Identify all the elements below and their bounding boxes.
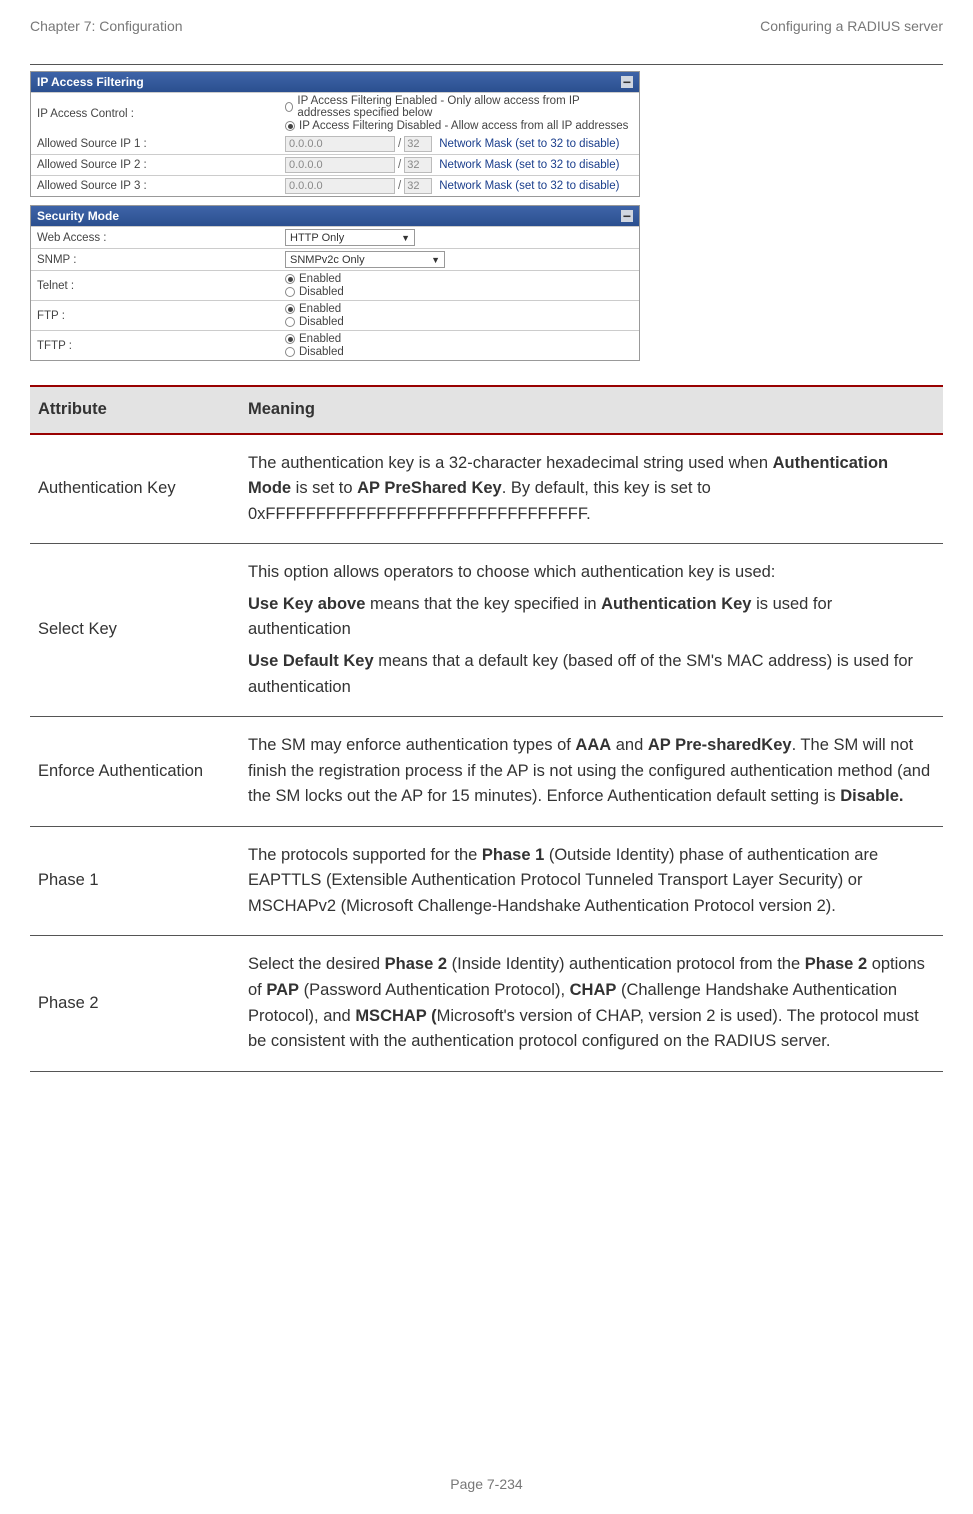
snmp-label: SNMP :: [31, 249, 281, 270]
slash: /: [398, 159, 401, 171]
radio-icon: [285, 347, 295, 357]
meaning-cell: The protocols supported for the Phase 1 …: [240, 826, 943, 936]
telnet-disabled[interactable]: Disabled: [285, 286, 635, 298]
slash: /: [398, 180, 401, 192]
radio-icon: [285, 334, 295, 344]
attr-cell: Phase 1: [30, 826, 240, 936]
ip-row-label: Allowed Source IP 3 :: [31, 176, 281, 196]
ip-input[interactable]: 0.0.0.0: [285, 178, 395, 194]
telnet-label: Telnet :: [31, 271, 281, 300]
radio-icon: [285, 274, 295, 284]
attr-cell: Authentication Key: [30, 434, 240, 544]
panel-title: Security Mode: [37, 209, 119, 223]
mask-note: Network Mask (set to 32 to disable): [439, 138, 619, 150]
attribute-table: Attribute Meaning Authentication KeyThe …: [30, 385, 943, 1072]
header-rule: [30, 64, 943, 65]
table-row: Select Key This option allows operators t…: [30, 544, 943, 717]
meaning-paragraph: This option allows operators to choose w…: [248, 560, 935, 586]
header-left: Chapter 7: Configuration: [30, 18, 183, 34]
mask-input[interactable]: 32: [404, 178, 432, 194]
meaning-cell: This option allows operators to choose w…: [240, 544, 943, 717]
ip-source-row: Allowed Source IP 1 : 0.0.0.0 / 32 Netwo…: [31, 134, 639, 154]
page-footer: Page 7-234: [0, 1476, 973, 1492]
tftp-label: TFTP :: [31, 331, 281, 360]
security-mode-panel: Security Mode − Web Access : HTTP Only ▼…: [30, 205, 640, 361]
meaning-cell: The SM may enforce authentication types …: [240, 717, 943, 827]
ftp-label: FTP :: [31, 301, 281, 330]
ip-input[interactable]: 0.0.0.0: [285, 157, 395, 173]
table-row: Authentication KeyThe authentication key…: [30, 434, 943, 544]
meaning-paragraph: The authentication key is a 32-character…: [248, 451, 935, 528]
slash: /: [398, 138, 401, 150]
meaning-paragraph: The SM may enforce authentication types …: [248, 733, 935, 810]
select-value: SNMPv2c Only: [290, 254, 365, 266]
web-access-label: Web Access :: [31, 227, 281, 248]
minimize-icon[interactable]: −: [621, 76, 633, 88]
table-row: Enforce AuthenticationThe SM may enforce…: [30, 717, 943, 827]
radio-icon: [285, 317, 295, 327]
ftp-enabled[interactable]: Enabled: [285, 303, 635, 315]
select-value: HTTP Only: [290, 232, 344, 244]
ftp-disabled[interactable]: Disabled: [285, 316, 635, 328]
ip-source-row: Allowed Source IP 2 : 0.0.0.0 / 32 Netwo…: [31, 154, 639, 175]
meaning-cell: Select the desired Phase 2 (Inside Ident…: [240, 936, 943, 1071]
mask-note: Network Mask (set to 32 to disable): [439, 180, 619, 192]
radio-enabled-text: IP Access Filtering Enabled - Only allow…: [297, 95, 635, 119]
table-row: Phase 1The protocols supported for the P…: [30, 826, 943, 936]
radio-icon: [285, 287, 295, 297]
meaning-paragraph: Use Key above means that the key specifi…: [248, 592, 935, 643]
mask-note: Network Mask (set to 32 to disable): [439, 159, 619, 171]
mask-input[interactable]: 32: [404, 136, 432, 152]
radio-icon: [285, 304, 295, 314]
meaning-paragraph: Select the desired Phase 2 (Inside Ident…: [248, 952, 935, 1054]
ip-access-filtering-panel: IP Access Filtering − IP Access Control …: [30, 71, 640, 197]
panel-title: IP Access Filtering: [37, 75, 144, 89]
meaning-cell: The authentication key is a 32-character…: [240, 434, 943, 544]
attr-cell: Select Key: [30, 544, 240, 717]
ip-row-label: Allowed Source IP 1 :: [31, 134, 281, 154]
radio-icon: [285, 102, 293, 112]
meaning-paragraph: Use Default Key means that a default key…: [248, 649, 935, 700]
attr-cell: Enforce Authentication: [30, 717, 240, 827]
attr-cell: Phase 2: [30, 936, 240, 1071]
caret-down-icon: ▼: [401, 233, 410, 243]
telnet-enabled[interactable]: Enabled: [285, 273, 635, 285]
radio-disabled-text: IP Access Filtering Disabled - Allow acc…: [299, 120, 628, 132]
ip-input[interactable]: 0.0.0.0: [285, 136, 395, 152]
config-screenshot: IP Access Filtering − IP Access Control …: [30, 71, 640, 361]
meaning-paragraph: The protocols supported for the Phase 1 …: [248, 843, 935, 920]
radio-icon: [285, 121, 295, 131]
snmp-select[interactable]: SNMPv2c Only ▼: [285, 251, 445, 268]
ip-row-label: Allowed Source IP 2 :: [31, 155, 281, 175]
mask-input[interactable]: 32: [404, 157, 432, 173]
caret-down-icon: ▼: [431, 255, 440, 265]
col-meaning: Meaning: [240, 386, 943, 434]
table-row: Phase 2Select the desired Phase 2 (Insid…: [30, 936, 943, 1071]
panel-header: Security Mode −: [31, 206, 639, 226]
col-attribute: Attribute: [30, 386, 240, 434]
web-access-select[interactable]: HTTP Only ▼: [285, 229, 415, 246]
ip-source-row: Allowed Source IP 3 : 0.0.0.0 / 32 Netwo…: [31, 175, 639, 196]
tftp-enabled[interactable]: Enabled: [285, 333, 635, 345]
radio-enabled-row[interactable]: IP Access Filtering Enabled - Only allow…: [285, 95, 635, 119]
panel-header: IP Access Filtering −: [31, 72, 639, 92]
ip-access-control-label: IP Access Control :: [31, 93, 281, 134]
tftp-disabled[interactable]: Disabled: [285, 346, 635, 358]
minimize-icon[interactable]: −: [621, 210, 633, 222]
radio-disabled-row[interactable]: IP Access Filtering Disabled - Allow acc…: [285, 120, 635, 132]
header-right: Configuring a RADIUS server: [760, 18, 943, 34]
